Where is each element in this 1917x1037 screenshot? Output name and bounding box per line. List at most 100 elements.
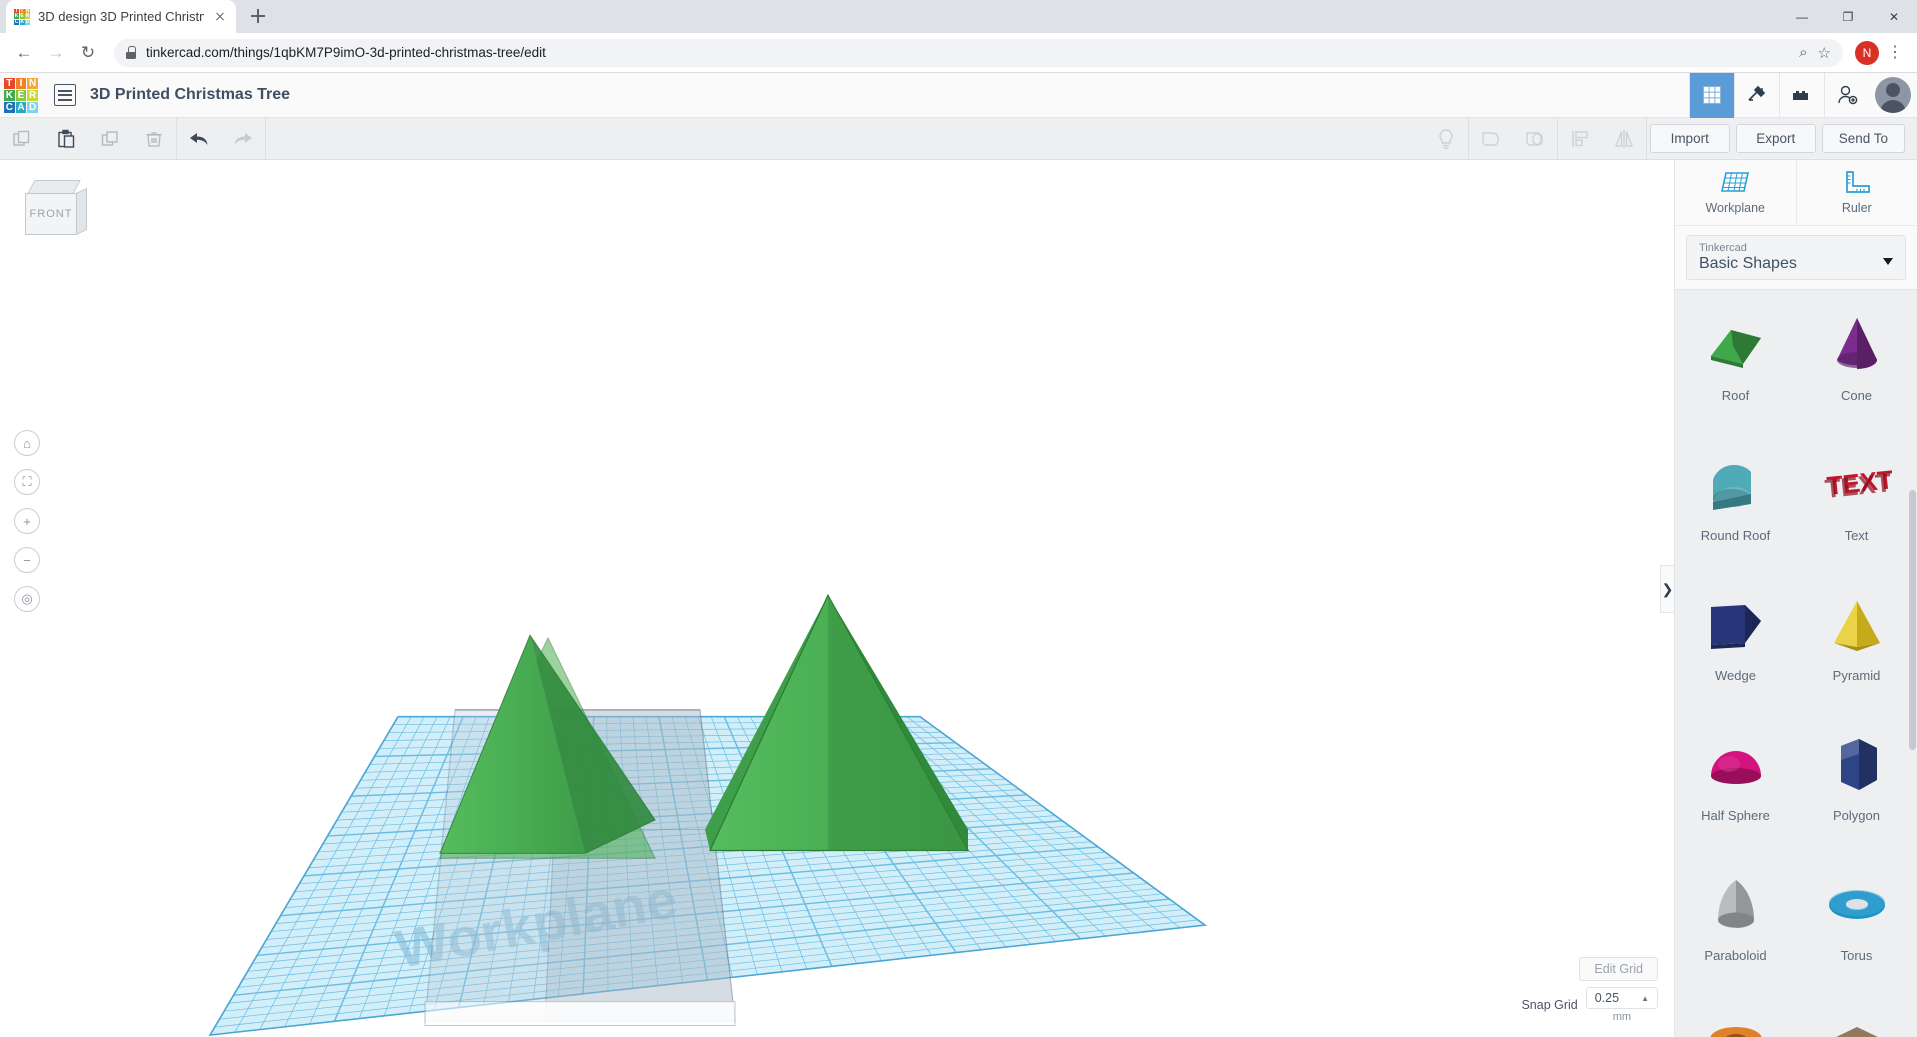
edit-grid-button[interactable]: Edit Grid bbox=[1579, 957, 1658, 981]
user-add-icon[interactable] bbox=[1824, 72, 1869, 118]
browser-tab-bar: TINKERCAD 3D design 3D Printed Christmas… bbox=[0, 0, 1917, 33]
panel-scroll-thumb[interactable] bbox=[1909, 490, 1916, 750]
codeblocks-button[interactable] bbox=[1734, 72, 1779, 118]
workplane-tool[interactable]: Workplane bbox=[1675, 160, 1797, 225]
workplane-icon bbox=[1721, 172, 1750, 192]
half-sphere-shape-icon bbox=[1705, 724, 1767, 806]
shapes-panel: Workplane Ruler Tinkercad Basic Shapes R… bbox=[1674, 160, 1917, 1037]
minimize-button[interactable]: — bbox=[1779, 0, 1825, 33]
library-category: Tinkercad bbox=[1699, 242, 1747, 254]
panel-scrollbar[interactable] bbox=[1909, 160, 1916, 1037]
import-button[interactable]: Import bbox=[1649, 124, 1730, 153]
chevron-down-icon[interactable] bbox=[1883, 258, 1893, 265]
pyramid-shape-icon bbox=[1826, 584, 1888, 666]
group-icon[interactable] bbox=[1469, 118, 1513, 159]
browser-tab[interactable]: TINKERCAD 3D design 3D Printed Christmas… bbox=[6, 0, 236, 33]
user-avatar[interactable] bbox=[1869, 73, 1917, 118]
shape-pyramid-label: Pyramid bbox=[1832, 668, 1881, 683]
shape-paraboloid[interactable]: Paraboloid bbox=[1675, 850, 1796, 990]
shape-grid: Roof Cone Round Roof TEXT TEXT Text Wedge Pyram… bbox=[1675, 289, 1917, 1037]
browser-toolbar: ← → ↻ tinkercad.com/things/1qbKM7P9imO-3… bbox=[0, 33, 1917, 73]
shape-cone[interactable]: Cone bbox=[1796, 290, 1917, 430]
header-actions bbox=[1689, 72, 1917, 118]
blocks-button[interactable] bbox=[1779, 72, 1824, 118]
arrow-right-icon[interactable]: → bbox=[42, 39, 70, 67]
lightbulb-icon[interactable] bbox=[1424, 118, 1468, 159]
send-to-button[interactable]: Send To bbox=[1821, 124, 1905, 153]
shape-roof-label: Roof bbox=[1721, 388, 1750, 403]
paste-button[interactable] bbox=[44, 118, 88, 159]
ruler-tool-label: Ruler bbox=[1841, 201, 1872, 215]
text-shape-icon: TEXT TEXT bbox=[1822, 444, 1892, 526]
snap-grid-select[interactable]: 0.25 ▲ bbox=[1585, 987, 1658, 1009]
list-menu-icon[interactable] bbox=[54, 84, 76, 106]
trash-icon[interactable] bbox=[132, 118, 176, 159]
ruler-icon bbox=[1845, 171, 1870, 193]
ungroup-icon[interactable] bbox=[1513, 118, 1557, 159]
smart-duplicate-group bbox=[1424, 118, 1469, 159]
address-bar[interactable]: tinkercad.com/things/1qbKM7P9imO-3d-prin… bbox=[114, 38, 1843, 67]
shape-cone-label: Cone bbox=[1840, 388, 1873, 403]
panel-tools: Workplane Ruler bbox=[1675, 160, 1917, 226]
export-button[interactable]: Export bbox=[1735, 124, 1816, 153]
workplane-tool-label: Workplane bbox=[1705, 201, 1766, 215]
browser-tab-title: 3D design 3D Printed Christmas T bbox=[38, 9, 204, 24]
shape-polygon[interactable]: Polygon bbox=[1796, 710, 1917, 850]
close-icon[interactable] bbox=[212, 9, 228, 25]
tinkercad-logo[interactable]: TINKERCAD bbox=[4, 78, 38, 113]
shape-pyramid[interactable]: Pyramid bbox=[1796, 570, 1917, 710]
design-grid-button[interactable] bbox=[1689, 72, 1734, 118]
undo-button[interactable] bbox=[177, 118, 221, 159]
group-ungroup-group bbox=[1469, 118, 1558, 159]
bookmark-star-icon[interactable]: ☆ bbox=[1818, 44, 1831, 62]
search-icon[interactable]: ⌕ bbox=[1799, 44, 1807, 61]
shape-half-sphere[interactable]: Half Sphere bbox=[1675, 710, 1796, 850]
snap-grid-row: Snap Grid 0.25 ▲ mm bbox=[1521, 987, 1658, 1023]
snap-grid-unit: mm bbox=[1612, 1011, 1632, 1023]
mirror-icon[interactable] bbox=[1602, 118, 1646, 159]
arrow-left-icon[interactable]: ← bbox=[10, 39, 38, 67]
page-title: 3D Printed Christmas Tree bbox=[90, 86, 291, 103]
shape-tube[interactable]: Tube bbox=[1675, 990, 1796, 1037]
edit-toolbar: Import Export Send To bbox=[0, 118, 1917, 160]
shape-wedge[interactable]: Wedge bbox=[1675, 570, 1796, 710]
browser-menu-icon[interactable]: ⋮ bbox=[1883, 44, 1907, 61]
wedge-shape-icon bbox=[1703, 584, 1769, 666]
maximize-button[interactable]: ❐ bbox=[1825, 0, 1871, 33]
redo-button[interactable] bbox=[221, 118, 265, 159]
copy-button[interactable] bbox=[0, 118, 44, 159]
tube-shape-icon bbox=[1705, 1004, 1767, 1037]
history-group bbox=[177, 118, 266, 159]
tinkercad-favicon: TINKERCAD bbox=[14, 7, 30, 25]
align-icon[interactable] bbox=[1558, 118, 1602, 159]
shape-wedge-label: Wedge bbox=[1715, 668, 1756, 683]
duplicate-button[interactable] bbox=[88, 118, 132, 159]
url-text[interactable]: tinkercad.com/things/1qbKM7P9imO-3d-prin… bbox=[146, 45, 1789, 60]
avatar[interactable]: N bbox=[1855, 40, 1879, 65]
reload-icon[interactable]: ↻ bbox=[74, 39, 102, 67]
snap-grid-label: Snap Grid bbox=[1521, 998, 1578, 1012]
panel-collapse-handle[interactable]: ❯ bbox=[1660, 565, 1674, 613]
shape-torus[interactable]: Torus bbox=[1796, 850, 1917, 990]
shape-round-roof[interactable]: Round Roof bbox=[1675, 430, 1796, 570]
shape-roof[interactable]: Roof bbox=[1675, 290, 1796, 430]
torus-shape-icon bbox=[1826, 864, 1888, 946]
paraboloid-shape-icon bbox=[1710, 864, 1762, 946]
close-window-button[interactable]: ✕ bbox=[1871, 0, 1917, 33]
lock-icon bbox=[126, 46, 136, 59]
workplane-scene[interactable]: Workplane bbox=[0, 160, 1674, 1037]
shape-box[interactable]: Box bbox=[1796, 990, 1917, 1037]
shape-library-select[interactable]: Tinkercad Basic Shapes bbox=[1686, 235, 1906, 280]
app-header: TINKERCAD 3D Printed Christmas Tree bbox=[0, 72, 1917, 118]
caret-up-icon[interactable]: ▲ bbox=[1641, 994, 1649, 1003]
app-body: FRONT ⌂ ⛶ + − ◎ Edit Grid Snap Grid 0.25… bbox=[0, 160, 1917, 1037]
grid-controls: Edit Grid Snap Grid 0.25 ▲ mm bbox=[1521, 957, 1658, 1023]
polygon-shape-icon bbox=[1829, 724, 1885, 806]
new-tab-button[interactable] bbox=[244, 2, 272, 30]
3d-canvas[interactable]: FRONT ⌂ ⛶ + − ◎ Edit Grid Snap Grid 0.25… bbox=[0, 160, 1674, 1037]
shape-text[interactable]: TEXT TEXT Text bbox=[1796, 430, 1917, 570]
ruler-tool[interactable]: Ruler bbox=[1797, 160, 1917, 225]
clipboard-group bbox=[0, 118, 177, 159]
snap-grid-value: 0.25 bbox=[1594, 991, 1620, 1005]
